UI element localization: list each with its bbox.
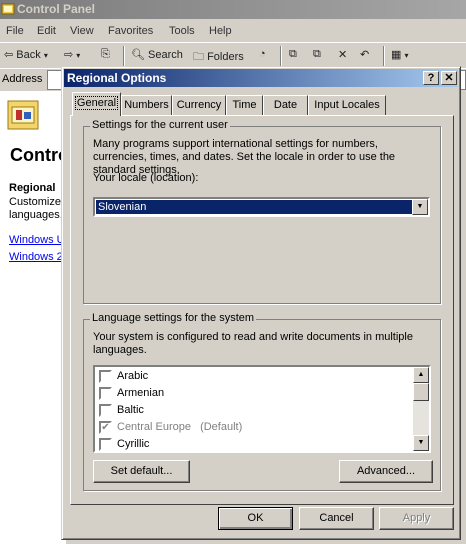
ok-button[interactable]: OK: [218, 507, 293, 530]
regional-options-dialog: Regional Options ? ✕ General Numbers Cur…: [61, 66, 461, 540]
set-default-button[interactable]: Set default...: [93, 460, 190, 483]
delete-icon: ✕: [338, 49, 348, 61]
forward-button[interactable]: ⇨ ▾: [64, 48, 80, 61]
history-icon: ◔: [259, 48, 266, 60]
arrow-up-icon: ▲: [417, 371, 425, 378]
control-panel-left-pane: Contro Regional Customizes languages, Wi…: [0, 91, 66, 544]
folders-button[interactable]: 🗀 Folders: [193, 48, 244, 67]
copy-to-button[interactable]: ⧉: [313, 48, 321, 61]
history-button[interactable]: ◔: [259, 48, 266, 60]
search-button[interactable]: 🔍︎ Search: [131, 48, 183, 61]
up-folder-icon: ⎘: [101, 48, 110, 60]
tab-date[interactable]: Date: [263, 95, 308, 115]
system-language-group: Language settings for the system Your sy…: [83, 312, 441, 491]
language-list-scrollbar[interactable]: ▲ ▼: [413, 367, 429, 451]
windows-update-link[interactable]: Windows U: [9, 234, 65, 246]
windows-2000-support-link[interactable]: Windows 2: [9, 251, 63, 263]
tab-currency[interactable]: Currency: [172, 95, 226, 115]
move-to-button[interactable]: ⧉: [289, 48, 297, 61]
tab-panel-general: Settings for the current user Many progr…: [70, 115, 454, 505]
chevron-down-icon: ▼: [416, 203, 424, 210]
checkbox[interactable]: [99, 370, 112, 383]
tab-input-locales[interactable]: Input Locales: [308, 95, 386, 115]
arrow-down-icon: ▼: [417, 439, 425, 446]
language-list: Arabic Armenian Baltic ✔ Central Europe …: [93, 365, 431, 453]
forward-arrow-icon: ⇨: [64, 49, 74, 61]
control-panel-folder-icon: [7, 100, 39, 130]
views-icon: ▦: [391, 49, 402, 61]
toolbar-separator: [123, 46, 125, 66]
up-folder-button[interactable]: ⎘: [101, 48, 110, 61]
address-label: Address: [2, 73, 43, 85]
menu-file[interactable]: File: [6, 25, 24, 37]
tab-time[interactable]: Time: [226, 95, 263, 115]
scroll-down-button[interactable]: ▼: [413, 435, 429, 451]
toolbar-separator: [383, 46, 385, 66]
checkbox[interactable]: [99, 387, 112, 400]
default-note: (Default): [200, 421, 243, 433]
locale-selected-value: Slovenian: [96, 200, 414, 214]
back-button[interactable]: ⇦ Back ▾: [4, 48, 48, 61]
move-to-icon: ⧉: [289, 48, 297, 60]
control-panel-title: Control Panel: [17, 2, 96, 16]
user-settings-legend: Settings for the current user: [90, 119, 230, 131]
system-language-description: Your system is configured to read and wr…: [93, 331, 413, 356]
copy-to-icon: ⧉: [313, 48, 321, 60]
menu-view[interactable]: View: [70, 25, 94, 37]
control-panel-icon: [1, 3, 15, 15]
views-button[interactable]: ▦ ▾: [391, 48, 408, 61]
menu-help[interactable]: Help: [209, 25, 232, 37]
cancel-button[interactable]: Cancel: [299, 507, 374, 530]
locale-label: Your locale (location):: [93, 172, 199, 184]
search-icon: 🔍︎: [131, 49, 145, 61]
dialog-title: Regional Options: [67, 71, 167, 85]
page-heading: Contro: [10, 145, 66, 165]
tab-general[interactable]: General: [72, 92, 121, 116]
system-language-legend: Language settings for the system: [90, 312, 257, 324]
item-description: Customizes languages,: [9, 196, 66, 221]
delete-button[interactable]: ✕: [338, 48, 347, 61]
undo-button[interactable]: ↶: [360, 48, 369, 61]
close-icon: ✕: [444, 72, 454, 84]
help-button[interactable]: ?: [423, 71, 439, 85]
menu-tools[interactable]: Tools: [169, 25, 195, 37]
menu-edit[interactable]: Edit: [37, 25, 56, 37]
toolbar-separator: [280, 46, 282, 66]
toolbar: ⇦ Back ▾ ⇨ ▾ ⎘ 🔍︎ Search 🗀 Folders ◔ ⧉ ⧉…: [0, 42, 466, 68]
locale-dropdown-button[interactable]: ▼: [412, 199, 428, 215]
advanced-button[interactable]: Advanced...: [339, 460, 433, 483]
tab-numbers[interactable]: Numbers: [121, 95, 172, 115]
apply-button[interactable]: Apply: [379, 507, 454, 530]
locale-dropdown[interactable]: Slovenian ▼: [93, 197, 430, 217]
user-settings-group: Settings for the current user Many progr…: [83, 119, 441, 304]
close-button[interactable]: ✕: [441, 71, 457, 85]
menu-favorites[interactable]: Favorites: [108, 25, 153, 37]
scroll-thumb[interactable]: [413, 383, 429, 401]
chevron-down-icon: ▾: [43, 51, 48, 60]
back-arrow-icon: ⇦: [4, 49, 14, 61]
dialog-titlebar[interactable]: Regional Options ? ✕: [64, 69, 458, 87]
scroll-up-button[interactable]: ▲: [413, 367, 429, 383]
help-icon: ?: [427, 72, 435, 84]
menu-bar: File Edit View Favorites Tools Help: [0, 21, 466, 41]
undo-icon: ↶: [360, 49, 370, 61]
control-panel-titlebar: Control Panel: [0, 0, 466, 19]
chevron-down-icon: ▾: [404, 51, 409, 60]
checkbox[interactable]: [99, 438, 112, 451]
item-title: Regional: [9, 182, 56, 194]
checkbox[interactable]: [99, 404, 112, 417]
chevron-down-icon: ▾: [76, 51, 81, 60]
folders-icon: 🗀: [193, 51, 204, 63]
checkbox-checked: ✔: [99, 421, 112, 434]
